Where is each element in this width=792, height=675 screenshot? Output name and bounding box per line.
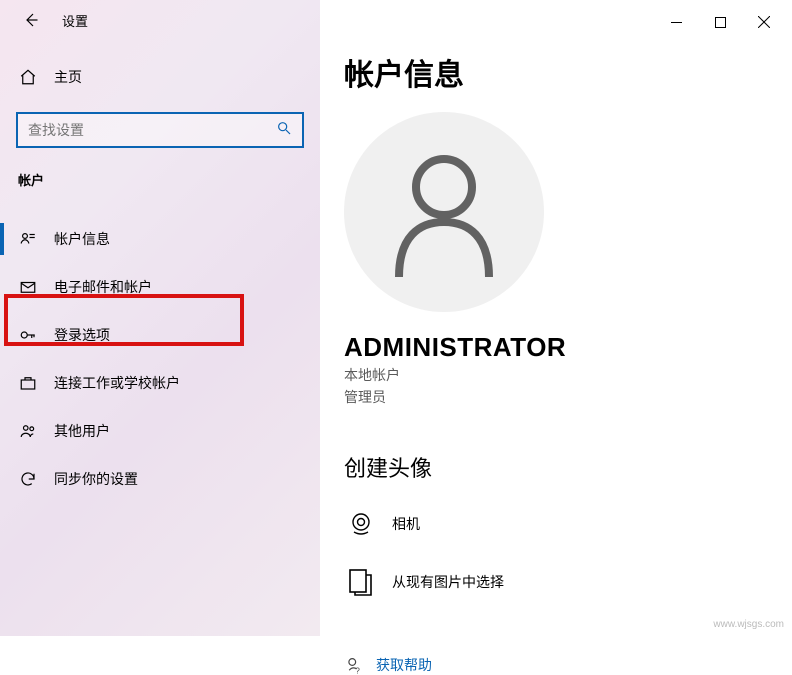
main-content: 帐户信息 ADMINISTRATOR 本地帐户 管理员 创建头像 相机 从现有图… [344,50,784,675]
create-avatar-title: 创建头像 [344,451,784,483]
search-icon[interactable] [276,120,292,141]
nav-list: 帐户信息 电子邮件和帐户 登录选项 [0,215,320,503]
window-controls [666,0,792,32]
sidebar-item-home[interactable]: 主页 [0,56,320,98]
key-icon [18,325,38,345]
close-button[interactable] [754,12,774,32]
briefcase-icon [18,373,38,393]
title-bar: 设置 [0,0,320,40]
option-camera[interactable]: 相机 [344,507,784,541]
maximize-icon [715,17,726,28]
minimize-button[interactable] [666,12,686,32]
avatar [344,112,544,312]
search-box[interactable] [16,112,304,148]
sidebar-item-label: 电子邮件和帐户 [54,277,152,297]
mail-icon [18,277,38,297]
help-link: 获取帮助 [376,655,432,675]
sidebar-item-label: 登录选项 [54,325,110,345]
option-label: 相机 [392,514,420,534]
browse-icon [344,565,378,599]
sidebar-item-signin-options[interactable]: 登录选项 [0,311,320,359]
home-icon [18,67,38,87]
sidebar-item-work-school[interactable]: 连接工作或学校帐户 [0,359,320,407]
sidebar-item-label: 连接工作或学校帐户 [54,373,180,393]
option-browse[interactable]: 从现有图片中选择 [344,565,784,599]
people-icon [18,421,38,441]
help-icon: ? [344,656,362,674]
sidebar-item-other-users[interactable]: 其他用户 [0,407,320,455]
close-icon [758,16,770,28]
sidebar-item-your-info[interactable]: 帐户信息 [0,215,320,263]
sync-icon [18,469,38,489]
sidebar-item-email-accounts[interactable]: 电子邮件和帐户 [0,263,320,311]
minimize-icon [671,17,682,28]
account-type: 本地帐户 [344,365,784,385]
camera-icon [344,507,378,541]
sidebar-section-label: 帐户 [0,170,320,189]
sidebar-item-label: 主页 [54,67,82,87]
account-role: 管理员 [344,387,784,407]
back-arrow-icon [21,11,39,29]
sidebar-item-label: 帐户信息 [54,229,110,249]
person-card-icon [18,229,38,249]
username: ADMINISTRATOR [344,332,784,363]
sidebar-item-sync[interactable]: 同步你的设置 [0,455,320,503]
maximize-button[interactable] [710,12,730,32]
watermark: www.wjsgs.com [713,619,784,630]
app-title: 设置 [62,11,88,30]
sidebar-item-label: 同步你的设置 [54,469,138,489]
help-row[interactable]: ? 获取帮助 [344,655,784,675]
search-input[interactable] [28,122,276,138]
user-silhouette-icon [384,147,504,277]
back-button[interactable] [16,6,44,34]
page-title: 帐户信息 [344,50,784,94]
svg-text:?: ? [355,666,360,674]
sidebar-item-label: 其他用户 [54,421,110,441]
sidebar: 设置 主页 帐户 [0,0,320,636]
option-label: 从现有图片中选择 [392,572,504,592]
